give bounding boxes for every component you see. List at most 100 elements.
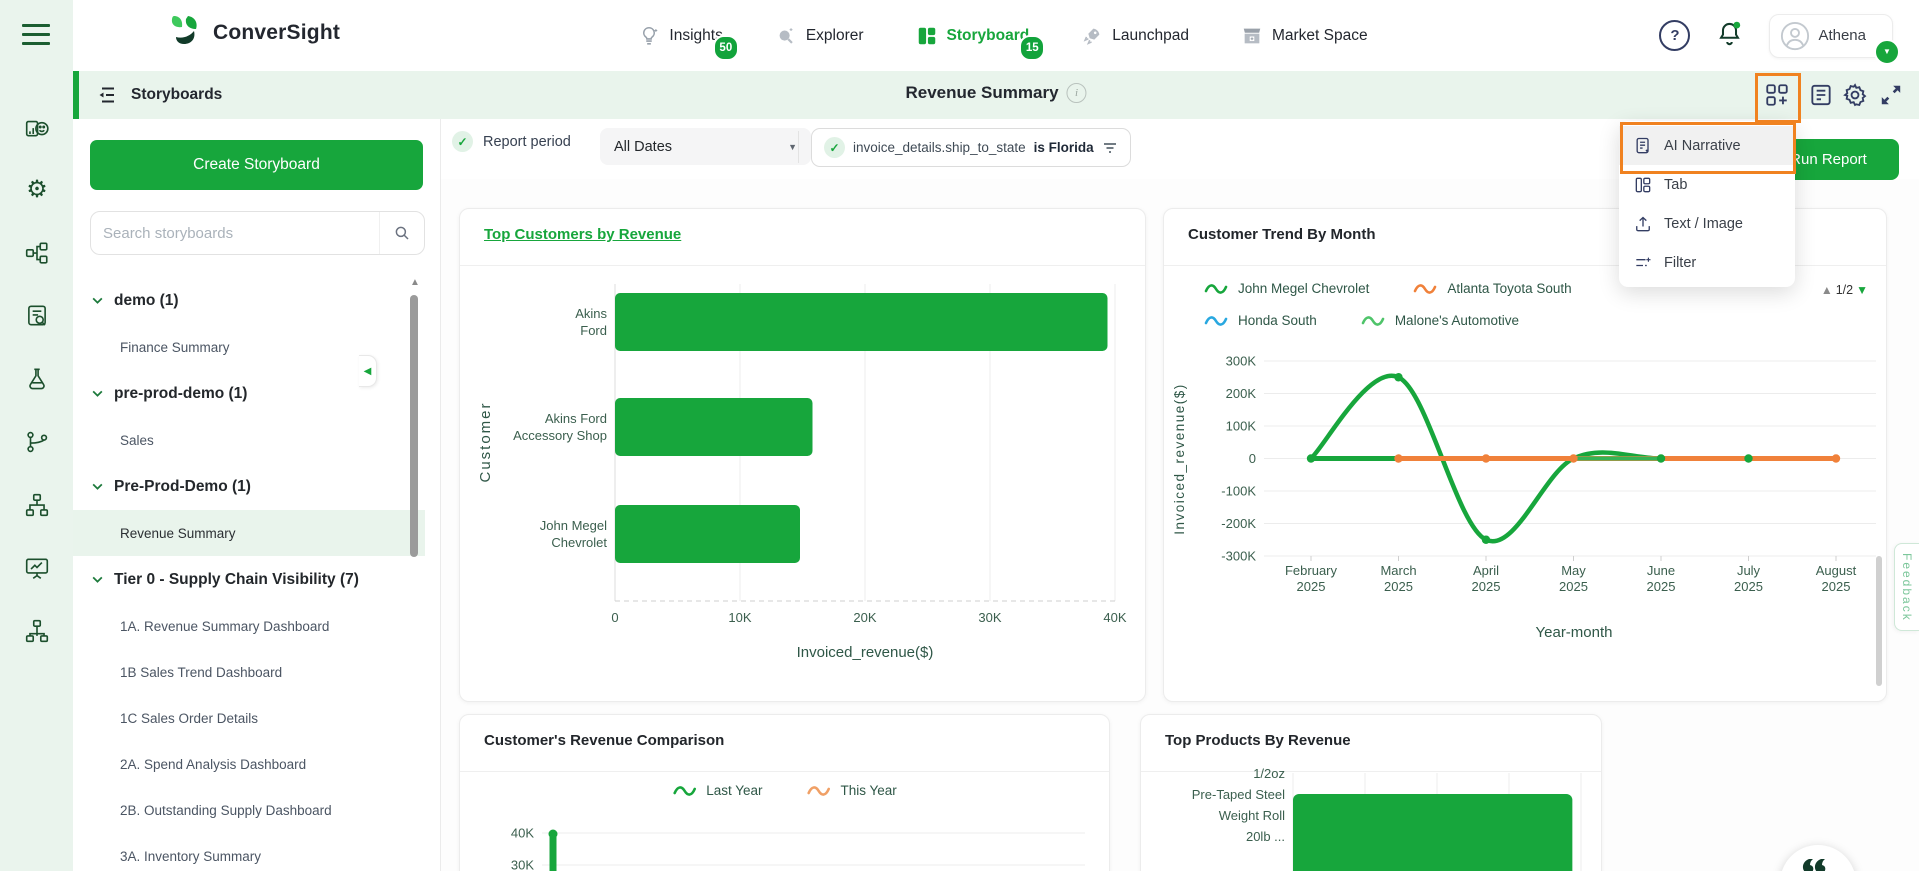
svg-text:March: March <box>1380 563 1416 578</box>
menu-item-tab[interactable]: Tab <box>1619 165 1795 204</box>
storyboards-sidebar: Create Storyboard demo (1)Finance Summar… <box>73 119 441 871</box>
storyboards-panel-toggle[interactable]: Storyboards <box>95 83 222 107</box>
active-accent-bar <box>73 71 79 119</box>
scroll-up-arrow[interactable]: ▲ <box>410 277 420 288</box>
top-products-bar-chart[interactable]: 1/2ozPre-Taped SteelWeight Roll20lb ... <box>1141 715 1601 871</box>
git-branch-icon[interactable] <box>24 429 50 455</box>
menu-item-label: Text / Image <box>1664 216 1743 232</box>
menu-item-text-image[interactable]: Text / Image <box>1619 204 1795 243</box>
storyboard-group[interactable]: Tier 0 - Supply Chain Visibility (7) <box>73 556 425 603</box>
nav-storyboard[interactable]: Storyboard 15 <box>916 25 1030 47</box>
page-title: Revenue Summary <box>905 83 1058 103</box>
svg-text:0: 0 <box>611 610 618 625</box>
nav-market-space[interactable]: Market Space <box>1241 25 1368 47</box>
svg-text:Year-month: Year-month <box>1536 624 1613 641</box>
menu-item-filter[interactable]: Filter <box>1619 243 1795 282</box>
collapse-sidebar-handle[interactable]: ◀ <box>359 355 377 387</box>
svg-text:Akins Ford: Akins Ford <box>545 411 607 426</box>
revenue-comparison-chart[interactable]: 40K30K <box>460 715 1109 871</box>
filter-funnel-icon[interactable] <box>1102 140 1118 156</box>
storyboard-item[interactable]: 1C Sales Order Details <box>73 695 425 741</box>
nav-launchpad[interactable]: Launchpad <box>1081 25 1189 47</box>
settings-gear-icon[interactable] <box>1842 82 1868 108</box>
feedback-label: Feedback <box>1900 553 1914 622</box>
sidebar-scrollbar[interactable] <box>410 295 418 557</box>
svg-text:2025: 2025 <box>1559 579 1588 594</box>
storyboard-item[interactable]: 3A. Inventory Summary <box>73 833 425 871</box>
feedback-tab[interactable]: Feedback <box>1894 543 1919 631</box>
filter-condition: is Florida <box>1034 140 1094 155</box>
check-icon: ✓ <box>824 137 845 158</box>
top-navbar: ConverSight Insights 50 Explorer Storybo… <box>73 0 1919 72</box>
nav-explorer[interactable]: Explorer <box>775 25 864 47</box>
top-customers-bar-chart[interactable]: 010K20K30K40KAkinsFordAkins FordAccessor… <box>460 209 1145 701</box>
lightbulb-icon <box>638 25 660 47</box>
sitemap-icon[interactable] <box>24 492 50 518</box>
settings-gear-icon[interactable]: ⚙ <box>24 177 50 203</box>
main-scrollbar[interactable] <box>1876 556 1882 686</box>
chevron-down-icon <box>91 573 104 586</box>
hamburger-menu-icon[interactable] <box>22 24 50 51</box>
left-icon-rail: ⚙ <box>0 0 73 871</box>
svg-text:February: February <box>1285 563 1338 578</box>
menu-item-ai-narrative[interactable]: AI Narrative <box>1619 126 1795 165</box>
storyboard-group[interactable]: demo (1) <box>73 277 425 324</box>
search-input[interactable] <box>91 225 379 242</box>
svg-text:Ford: Ford <box>580 323 607 338</box>
user-name: Athena <box>1818 27 1866 44</box>
expand-icon[interactable] <box>1878 82 1904 108</box>
info-icon[interactable]: i <box>1067 83 1087 103</box>
svg-text:John Megel: John Megel <box>540 518 607 533</box>
avatar-icon <box>1780 21 1810 51</box>
svg-text:June: June <box>1647 563 1675 578</box>
period-select[interactable]: All Dates ▼ <box>600 128 811 165</box>
storyboard-toolbar: Storyboards Revenue Summary i <box>73 71 1919 119</box>
svg-text:Invoiced_revenue($): Invoiced_revenue($) <box>1172 383 1187 535</box>
add-widget-icon[interactable] <box>1764 82 1790 108</box>
search-icon[interactable] <box>379 212 424 254</box>
flow-icon[interactable] <box>24 240 50 266</box>
user-menu[interactable]: Athena ▼ <box>1769 14 1893 58</box>
svg-text:Invoiced_revenue($): Invoiced_revenue($) <box>797 644 934 661</box>
report-search-icon[interactable] <box>24 303 50 329</box>
svg-text:Weight Roll: Weight Roll <box>1219 808 1285 823</box>
svg-text:August: August <box>1816 563 1857 578</box>
storyboard-item[interactable]: 1A. Revenue Summary Dashboard <box>73 603 425 649</box>
storyboard-item[interactable]: 2B. Outstanding Supply Dashboard <box>73 787 425 833</box>
state-filter-chip[interactable]: ✓ invoice_details.ship_to_state is Flori… <box>811 128 1131 167</box>
nav-label: Explorer <box>806 27 864 45</box>
svg-text:Pre-Taped Steel: Pre-Taped Steel <box>1192 787 1285 802</box>
svg-text:2025: 2025 <box>1647 579 1676 594</box>
chevron-down-icon[interactable]: ▼ <box>1874 39 1900 65</box>
narrative-notes-icon[interactable] <box>1808 82 1834 108</box>
insights-badge: 50 <box>713 35 739 61</box>
hierarchy-icon[interactable] <box>24 618 50 644</box>
presentation-chart-icon[interactable] <box>24 555 50 581</box>
magnifier-icon <box>775 25 797 47</box>
ai-narrative-doc-icon <box>1633 136 1653 156</box>
notifications-bell-icon[interactable] <box>1716 20 1743 52</box>
storyboard-group[interactable]: Pre-Prod-Demo (1) <box>73 463 425 510</box>
svg-text:300K: 300K <box>1226 354 1257 369</box>
help-icon[interactable]: ? <box>1659 20 1690 51</box>
menu-item-label: Tab <box>1664 177 1687 193</box>
storefront-icon <box>1241 25 1263 47</box>
svg-text:2025: 2025 <box>1472 579 1501 594</box>
conversight-chat-icon <box>1797 855 1839 871</box>
lab-flask-icon[interactable] <box>24 366 50 392</box>
insights-board-icon[interactable] <box>24 114 50 140</box>
filter-field: invoice_details.ship_to_state <box>853 140 1026 155</box>
conversight-logo[interactable]: ConverSight <box>163 14 340 52</box>
report-period-group: ✓ Report period <box>452 131 571 152</box>
page-title-wrap: Revenue Summary i <box>905 83 1086 103</box>
storyboard-item[interactable]: 2A. Spend Analysis Dashboard <box>73 741 425 787</box>
storyboard-item[interactable]: Sales <box>73 417 425 463</box>
nav-insights[interactable]: Insights 50 <box>638 25 722 47</box>
check-icon[interactable]: ✓ <box>452 131 473 152</box>
svg-text:200K: 200K <box>1226 386 1257 401</box>
svg-text:April: April <box>1473 563 1499 578</box>
storyboard-item[interactable]: 1B Sales Trend Dashboard <box>73 649 425 695</box>
create-storyboard-button[interactable]: Create Storyboard <box>90 140 423 190</box>
topbar-right-cluster: ? Athena ▼ <box>1659 0 1893 71</box>
storyboard-item[interactable]: Revenue Summary <box>73 510 425 556</box>
